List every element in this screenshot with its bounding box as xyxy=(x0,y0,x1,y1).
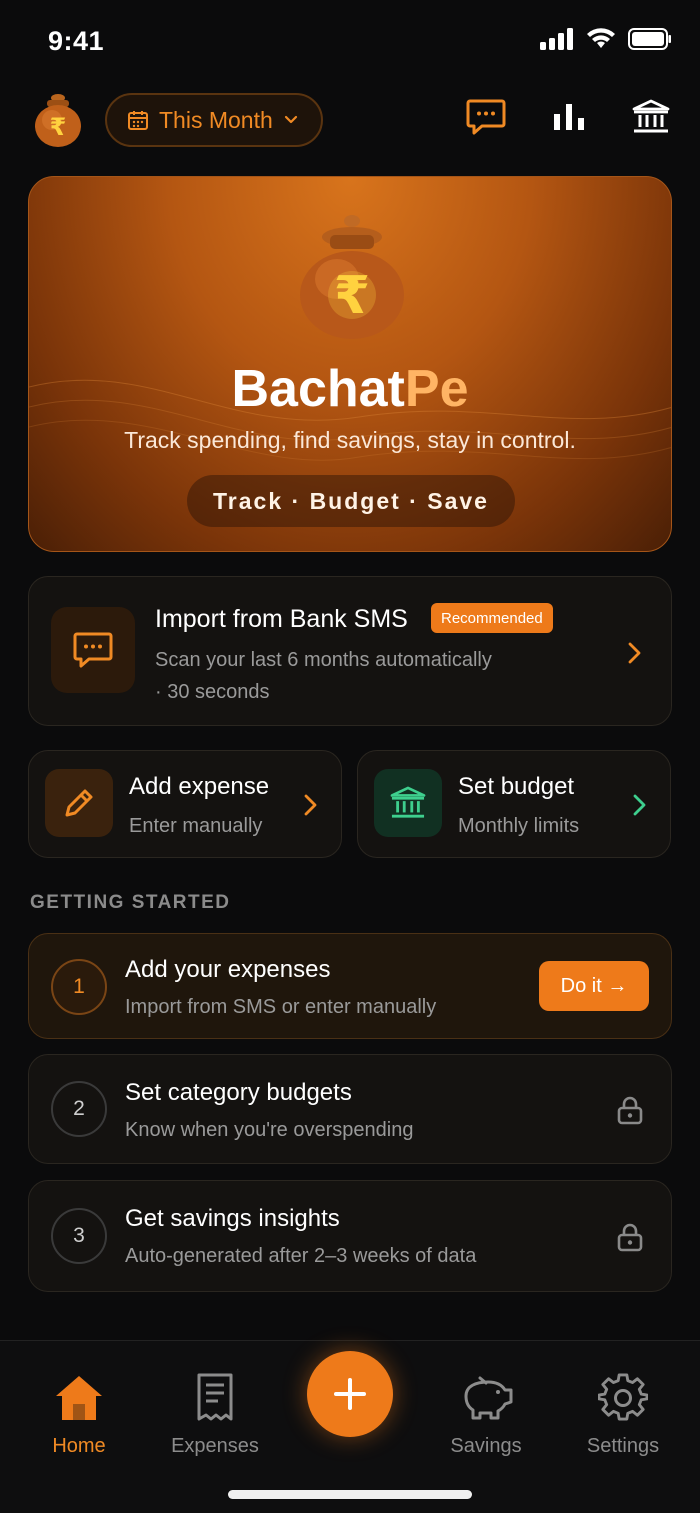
status-time: 9:41 xyxy=(48,26,105,56)
plus-icon xyxy=(334,1378,366,1410)
bank-icon[interactable] xyxy=(632,99,670,135)
period-selector[interactable]: This Month xyxy=(105,93,323,147)
set-budget-title: Set budget xyxy=(458,773,575,800)
nav-savings-label: Savings xyxy=(450,1435,522,1457)
status-icons xyxy=(540,28,672,50)
app-title: BachatPe xyxy=(29,359,671,419)
sms-icon-box xyxy=(51,607,135,693)
nav-expenses[interactable]: Expenses xyxy=(155,1371,275,1458)
onboarding-step: 2 Set category budgets Know when you're … xyxy=(28,1054,672,1164)
set-budget-button[interactable]: Set budget Monthly limits xyxy=(357,750,671,858)
step-subtitle: Know when you're overspending xyxy=(125,1119,414,1141)
savings-pot-icon: ₹ xyxy=(300,215,404,339)
app-title-part2: Pe xyxy=(404,360,469,418)
step-subtitle: Import from SMS or enter manually xyxy=(125,996,437,1018)
piggy-bank-icon xyxy=(464,1376,513,1420)
hero-subtitle: Track spending, find savings, stay in co… xyxy=(124,427,576,453)
step-number: 2 xyxy=(51,1081,107,1137)
hero-tagline: Track · Budget · Save xyxy=(187,475,515,527)
step-title: Add your expenses xyxy=(125,956,331,983)
chevron-down-icon xyxy=(284,115,297,124)
onboarding-step: 3 Get savings insights Auto-generated af… xyxy=(28,1180,672,1292)
top-bar: ₹ This Month xyxy=(0,90,700,152)
qa-icon-box xyxy=(45,769,113,837)
do-it-button[interactable]: Do it → xyxy=(539,961,649,1011)
cellular-signal-icon xyxy=(540,28,573,50)
bottom-nav: Home Expenses Savings Settings xyxy=(0,1340,700,1513)
nav-settings[interactable]: Settings xyxy=(563,1371,683,1458)
wifi-icon xyxy=(587,28,615,48)
step-number: 1 xyxy=(51,959,107,1015)
sms-card-subtitle: Scan your last 6 months automatically xyxy=(155,649,492,671)
add-expense-subtitle: Enter manually xyxy=(129,815,263,837)
pencil-icon xyxy=(65,789,93,817)
nav-home-label: Home xyxy=(52,1435,106,1457)
set-budget-subtitle: Monthly limits xyxy=(458,815,580,837)
period-label: This Month xyxy=(159,106,273,133)
onboarding-step[interactable]: 1 Add your expenses Import from SMS or e… xyxy=(28,933,672,1039)
nav-savings[interactable]: Savings xyxy=(426,1371,546,1458)
chevron-right-icon xyxy=(628,642,641,664)
step-number: 3 xyxy=(51,1208,107,1264)
bank-icon xyxy=(390,786,426,818)
step-title: Set category budgets xyxy=(125,1079,352,1106)
nav-home[interactable]: Home xyxy=(19,1371,139,1458)
nav-expenses-label: Expenses xyxy=(171,1435,259,1457)
lock-icon xyxy=(617,1223,643,1252)
chevron-right-icon xyxy=(633,794,646,816)
chevron-right-icon xyxy=(304,794,317,816)
add-expense-title: Add expense xyxy=(129,773,270,800)
sms-message-icon[interactable] xyxy=(466,98,506,136)
app-logo-pot-icon[interactable]: ₹ xyxy=(32,92,84,148)
sms-message-icon xyxy=(73,632,113,668)
top-actions xyxy=(466,98,670,136)
sms-card-duration: · 30 seconds xyxy=(155,681,270,703)
add-fab-button[interactable] xyxy=(307,1351,393,1437)
calendar-icon xyxy=(128,111,148,130)
step-title: Get savings insights xyxy=(125,1205,340,1232)
lock-icon xyxy=(617,1096,643,1125)
step-subtitle: Auto-generated after 2–3 weeks of data xyxy=(125,1245,477,1267)
recommended-badge: Recommended xyxy=(431,603,553,633)
getting-started-heading: GETTING STARTED xyxy=(30,892,231,913)
receipt-icon xyxy=(197,1373,233,1421)
svg-text:₹: ₹ xyxy=(50,113,67,141)
home-icon xyxy=(56,1376,102,1420)
add-expense-button[interactable]: Add expense Enter manually xyxy=(28,750,342,858)
home-indicator xyxy=(228,1490,472,1499)
hero-banner: ₹ BachatPe Track spending, find savings,… xyxy=(28,176,672,552)
battery-icon xyxy=(628,28,671,50)
bar-chart-icon[interactable] xyxy=(552,102,586,132)
gear-icon xyxy=(598,1373,648,1421)
status-bar: 9:41 xyxy=(0,0,700,84)
app-title-part1: Bachat xyxy=(231,360,405,418)
nav-settings-label: Settings xyxy=(586,1435,660,1457)
sms-card-title: Import from Bank SMS xyxy=(155,605,408,633)
qa-icon-box xyxy=(374,769,442,837)
import-sms-card[interactable]: Import from Bank SMS Recommended Scan yo… xyxy=(28,576,672,726)
svg-text:₹: ₹ xyxy=(334,266,370,326)
